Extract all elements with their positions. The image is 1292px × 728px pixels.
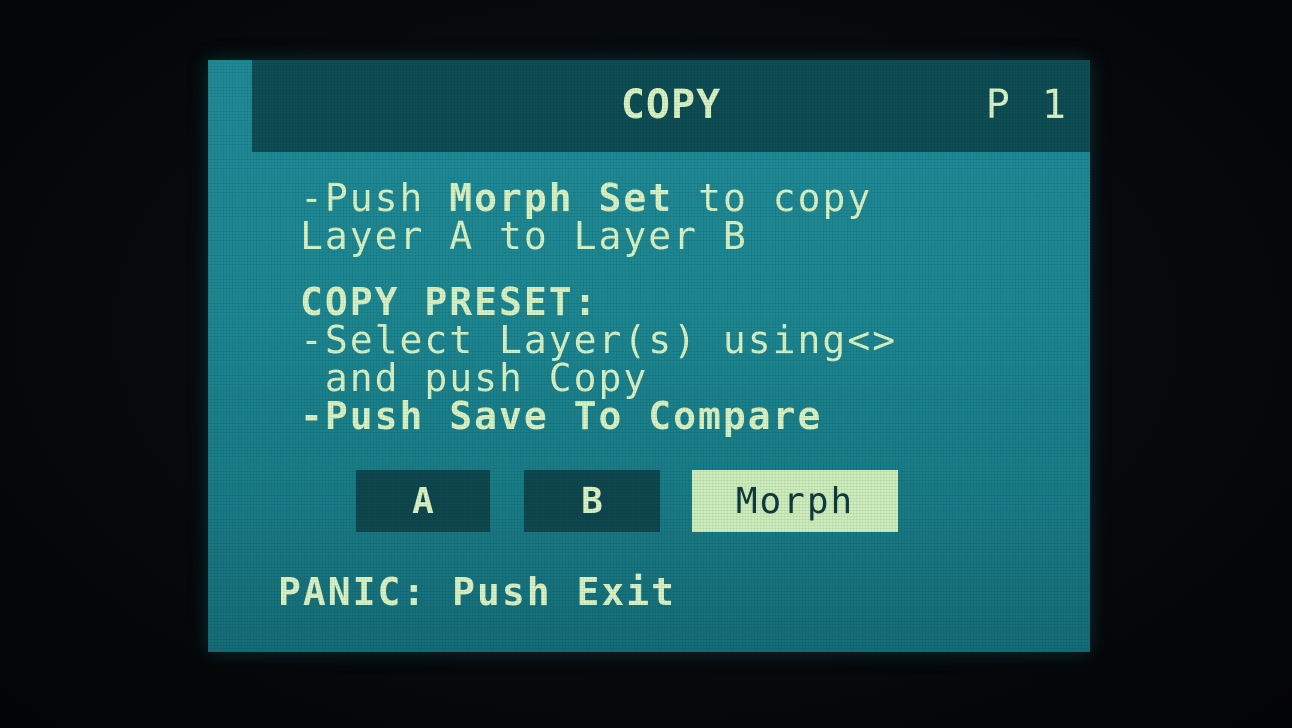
page-number: P 1 xyxy=(985,82,1070,128)
copy-preset-heading: COPY PRESET: xyxy=(300,280,599,324)
layer-b-button[interactable]: B xyxy=(524,470,660,532)
instruction-line-4: -Select Layer(s) using<> xyxy=(300,318,898,362)
instruction-line-6: -Push Save To Compare xyxy=(300,394,823,438)
lcd-screen: COPY P 1 -Push Morph Set to copy Layer A… xyxy=(208,60,1090,652)
panic-hint: PANIC: Push Exit xyxy=(278,570,677,614)
layer-a-button[interactable]: A xyxy=(356,470,490,532)
device-bezel: COPY P 1 -Push Morph Set to copy Layer A… xyxy=(0,0,1292,728)
page-title: COPY xyxy=(620,82,722,128)
layer-morph-button[interactable]: Morph xyxy=(692,470,898,532)
instruction-line-2: Layer A to Layer B xyxy=(300,214,748,258)
instruction-line-1: -Push Morph Set to copy xyxy=(300,178,872,218)
instruction-line-5: and push Copy xyxy=(300,356,649,400)
header-bar: COPY P 1 xyxy=(252,60,1090,152)
